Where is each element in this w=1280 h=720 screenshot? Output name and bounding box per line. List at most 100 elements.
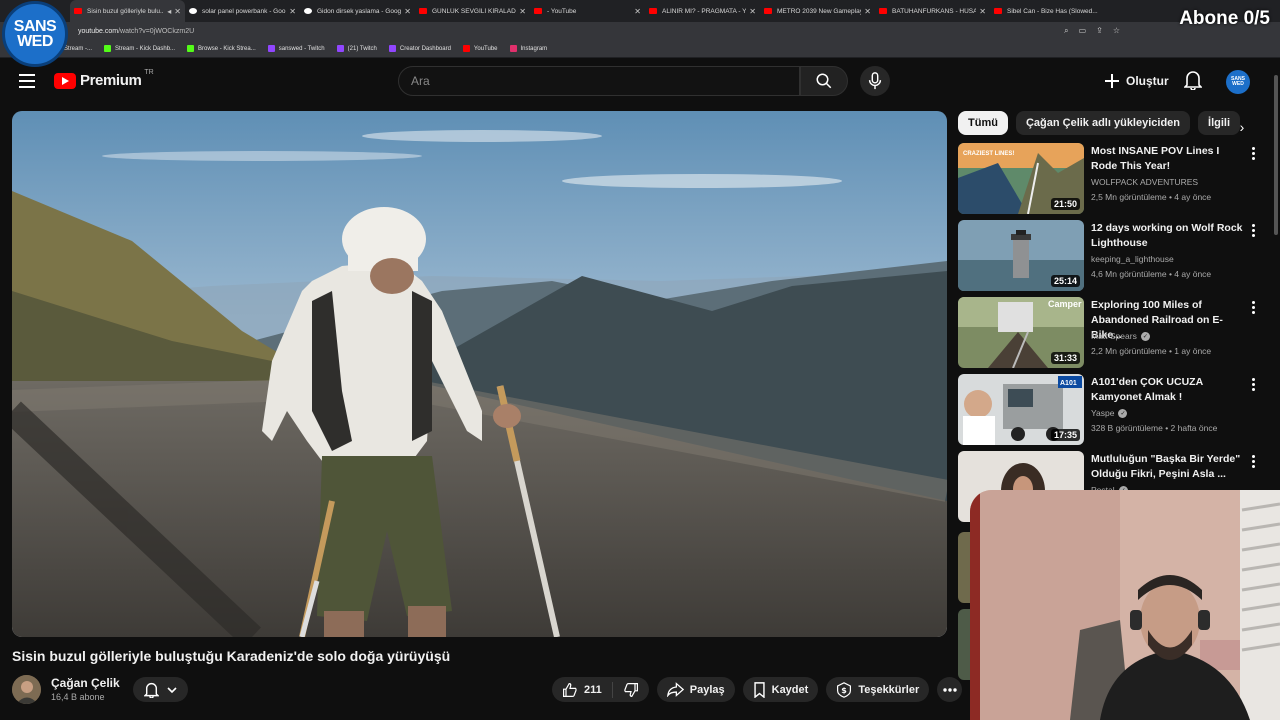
close-tab-icon[interactable]: ✕	[864, 7, 871, 16]
close-tab-icon[interactable]: ✕	[979, 7, 986, 16]
dislike-button[interactable]	[613, 682, 649, 698]
thanks-button[interactable]: $ Teşekkürler	[826, 677, 930, 702]
subscriber-goal-overlay: Abone 0/5	[1179, 8, 1270, 29]
recommendation-item[interactable]: Camper 31:33 Exploring 100 Miles of Aban…	[958, 297, 1258, 369]
voice-search-button[interactable]	[860, 66, 890, 96]
tab-title: solar panel powerbank - Goo...	[202, 7, 287, 15]
chevron-right-icon[interactable]: ›	[1232, 115, 1252, 139]
bookmark-item[interactable]: Browse - Kick Strea...	[187, 45, 256, 52]
bookmark-item[interactable]: Stream - Kick Dashb...	[104, 45, 175, 52]
video-frame	[12, 111, 947, 637]
close-tab-icon[interactable]: ✕	[634, 7, 641, 16]
more-vertical-icon[interactable]	[1252, 378, 1255, 391]
youtube-favicon-icon	[534, 8, 542, 14]
channel-name: keeping_a_lighthouse	[1091, 254, 1174, 264]
scrollbar-thumb[interactable]	[1274, 75, 1278, 235]
tab-title: BATUHANFURKANS - HÜSAM...	[892, 7, 977, 15]
create-button[interactable]: Oluştur	[1104, 69, 1169, 93]
close-tab-icon[interactable]: ✕	[404, 7, 411, 16]
youtube-favicon-icon	[419, 8, 427, 14]
bookmark-label: Instagram	[520, 45, 548, 52]
close-tab-icon[interactable]: ✕	[749, 7, 756, 16]
search-icon[interactable]: ⌕	[1064, 26, 1068, 36]
close-tab-icon[interactable]: ✕	[174, 7, 181, 16]
browser-tab[interactable]: Gidon dirsek yaslama - Googl... ✕	[300, 0, 415, 22]
share-button[interactable]: Paylaş	[656, 677, 735, 702]
install-icon[interactable]: ▭	[1079, 26, 1087, 36]
search-button[interactable]	[800, 66, 848, 96]
chip-all[interactable]: Tümü	[958, 111, 1008, 135]
bookmark-label: (21) Twitch	[347, 45, 377, 52]
recommendation-channel[interactable]: Matt Spears ✓	[1091, 331, 1150, 341]
twitch-icon	[267, 45, 275, 52]
video-thumbnail[interactable]: Camper 31:33	[958, 297, 1084, 368]
url-text[interactable]: youtube.com/watch?v=0jWOCkzm2U	[78, 28, 1064, 35]
more-vertical-icon[interactable]	[1252, 147, 1255, 160]
recommendation-item[interactable]: 25:14 12 days working on Wolf Rock Light…	[958, 220, 1258, 292]
recommendation-item[interactable]: CRAZIEST LINES! 21:50 Most INSANE POV Li…	[958, 143, 1258, 215]
channel-name[interactable]: Çağan Çelik	[51, 676, 120, 690]
share-icon[interactable]: ⇪	[1096, 26, 1103, 36]
tab-title: METRO 2039 New Gameplay...	[777, 7, 862, 15]
recommendation-meta: 328 B görüntüleme • 2 hafta önce	[1091, 423, 1218, 433]
microphone-icon	[868, 72, 882, 90]
notifications-button[interactable]	[1183, 70, 1203, 95]
close-tab-icon[interactable]: ✕	[519, 7, 526, 16]
youtube-favicon-icon	[879, 8, 887, 14]
save-label: Kaydet	[771, 683, 809, 696]
webcam-overlay	[970, 490, 1280, 720]
browser-tab[interactable]: METRO 2039 New Gameplay... ✕	[760, 0, 875, 22]
more-vertical-icon[interactable]	[1252, 455, 1255, 468]
more-vertical-icon[interactable]	[1252, 224, 1255, 237]
video-duration: 17:35	[1050, 429, 1080, 441]
recommendation-meta: 4,6 Mn görüntüleme • 4 ay önce	[1091, 269, 1212, 279]
bell-icon	[144, 682, 159, 698]
youtube-premium-logo[interactable]: Premium TR	[54, 69, 154, 89]
address-bar[interactable]: youtube.com/watch?v=0jWOCkzm2U ⌕ ▭ ⇪ ☆	[0, 22, 1280, 40]
browser-tab[interactable]: solar panel powerbank - Goo... ✕	[185, 0, 300, 22]
recommendation-item[interactable]: A101 17:35 A101'den ÇOK UCUZA Kamyonet A…	[958, 374, 1258, 446]
bell-icon	[1183, 71, 1203, 91]
menu-icon[interactable]	[19, 74, 35, 88]
chip-from-uploader[interactable]: Çağan Çelik adlı yükleyiciden	[1015, 111, 1191, 135]
channel-avatar[interactable]	[12, 675, 41, 704]
browser-tab[interactable]: BATUHANFURKANS - HÜSAM...✕	[875, 0, 990, 22]
bookmark-item[interactable]: YouTube	[462, 45, 498, 52]
url-path: /watch?v=0jWOCkzm2U	[118, 27, 195, 35]
close-tab-icon[interactable]: ✕	[289, 7, 296, 16]
subscription-notifications-button[interactable]	[133, 677, 188, 702]
bookmark-item[interactable]: Creator Dashboard	[388, 45, 451, 52]
browser-tab[interactable]: GÜNLÜK SEVGİLİ KİRALADIM...✕	[415, 0, 530, 22]
bookmark-item[interactable]: sanswed - Twitch	[267, 45, 325, 52]
video-player[interactable]	[12, 111, 947, 637]
logo-wordmark: Premium	[80, 72, 142, 89]
video-thumbnail[interactable]: CRAZIEST LINES! 21:50	[958, 143, 1084, 214]
recommendation-channel[interactable]: Yaspe ✓	[1091, 408, 1128, 418]
bookmark-label: Creator Dashboard	[399, 45, 451, 52]
search-input[interactable]: Ara	[398, 66, 800, 96]
bookmark-item[interactable]: (21) Twitch	[336, 45, 377, 52]
browser-tab-active[interactable]: Sisin buzul gölleriyle bulu... ◂ ✕	[70, 0, 185, 22]
browser-tab[interactable]: ALINIR MI? - PRAGMATA - Yo... ✕	[645, 0, 760, 22]
recommendation-title[interactable]: 12 days working on Wolf Rock Lighthouse	[1091, 221, 1243, 251]
more-vertical-icon[interactable]	[1252, 301, 1255, 314]
bookmark-item[interactable]: Stream -...	[64, 46, 92, 52]
recommendation-title[interactable]: A101'den ÇOK UCUZA Kamyonet Almak !	[1091, 375, 1243, 405]
recommendation-channel[interactable]: keeping_a_lighthouse	[1091, 254, 1174, 264]
recommendation-title[interactable]: Most INSANE POV Lines I Rode This Year!	[1091, 144, 1243, 174]
mute-icon[interactable]: ◂	[167, 7, 171, 16]
account-avatar[interactable]: SANS WED	[1226, 70, 1250, 94]
recommendation-title[interactable]: Mutluluğun "Başka Bir Yerde" Olduğu Fikr…	[1091, 452, 1243, 482]
address-bar-icons: ⌕ ▭ ⇪ ☆	[1064, 26, 1120, 36]
video-thumbnail[interactable]: A101 17:35	[958, 374, 1084, 445]
browser-tab[interactable]: - YouTube ✕	[530, 0, 645, 22]
video-thumbnail[interactable]: 25:14	[958, 220, 1084, 291]
browser-tab[interactable]: Sibel Can - Bize Has (Slowed...	[990, 0, 1105, 22]
bookmark-label: Stream -...	[64, 45, 93, 52]
bookmark-star-icon[interactable]: ☆	[1113, 26, 1120, 36]
thumbnail-text: Camper	[1048, 299, 1082, 309]
recommendation-channel[interactable]: WOLFPACK ADVENTURES	[1091, 177, 1198, 187]
bookmark-item[interactable]: Instagram	[509, 45, 548, 52]
save-button[interactable]: Kaydet	[742, 677, 819, 702]
like-button[interactable]: 211	[552, 681, 613, 698]
